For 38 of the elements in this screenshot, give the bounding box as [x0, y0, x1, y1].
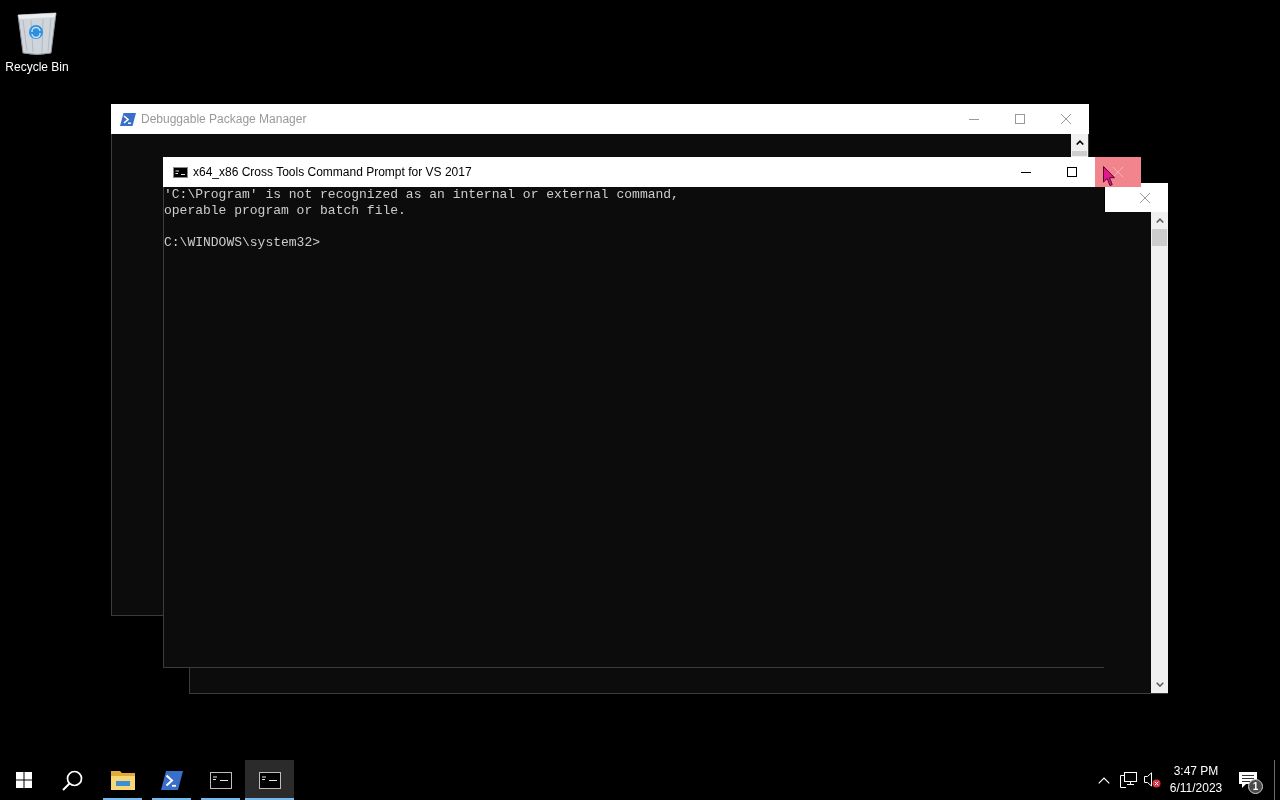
search-icon	[61, 769, 83, 791]
maximize-icon	[1067, 167, 1077, 177]
powershell-icon	[160, 770, 183, 790]
clock[interactable]: 3:47 PM 6/11/2023	[1164, 760, 1228, 800]
caret-down-icon	[1155, 682, 1164, 687]
console-output: 'C:\Program' is not recognized as an internal or external command, operable program or batch file.	[164, 187, 679, 219]
caret-up-icon	[1155, 218, 1164, 223]
network-icon	[1119, 772, 1137, 788]
command-prompt-icon	[209, 771, 232, 789]
title-bar[interactable]: x64_x86 Cross Tools Command Prompt for VS 2017	[163, 157, 1141, 187]
folder-icon	[110, 770, 135, 790]
minimize-icon	[1021, 171, 1031, 173]
clock-date: 6/11/2023	[1169, 780, 1223, 797]
maximize-icon	[1015, 114, 1025, 124]
desktop-icon-label[interactable]: Recycle Bin	[5, 59, 69, 75]
clock-time: 3:47 PM	[1173, 763, 1219, 780]
window-title: x64_x86 Cross Tools Command Prompt for VS 2017	[193, 164, 472, 181]
mouse-pointer-icon	[1103, 166, 1115, 187]
command-prompt-icon	[258, 771, 281, 789]
title-bar[interactable]	[1105, 183, 1168, 212]
close-button[interactable]	[1095, 157, 1141, 187]
scrollbar-thumb[interactable]	[1072, 151, 1087, 156]
caret-up-icon	[1075, 140, 1084, 145]
close-icon	[1113, 167, 1123, 177]
scrollbar-thumb[interactable]	[1152, 229, 1167, 246]
action-center-button[interactable]: 1	[1228, 760, 1268, 800]
close-icon	[1061, 114, 1071, 124]
windows-logo-icon	[16, 772, 32, 788]
minimize-icon	[969, 118, 979, 120]
console-prompt: C:\WINDOWS\system32>	[164, 235, 321, 251]
powershell-icon	[120, 112, 136, 126]
taskbar-app-button[interactable]	[245, 760, 294, 800]
speaker-muted-icon	[1143, 772, 1161, 788]
close-icon	[1140, 192, 1150, 203]
chevron-up-icon	[1098, 776, 1110, 784]
notification-count-badge: 1	[1248, 779, 1263, 794]
command-prompt-icon	[173, 166, 188, 178]
window-title: Debuggable Package Manager	[141, 111, 307, 128]
